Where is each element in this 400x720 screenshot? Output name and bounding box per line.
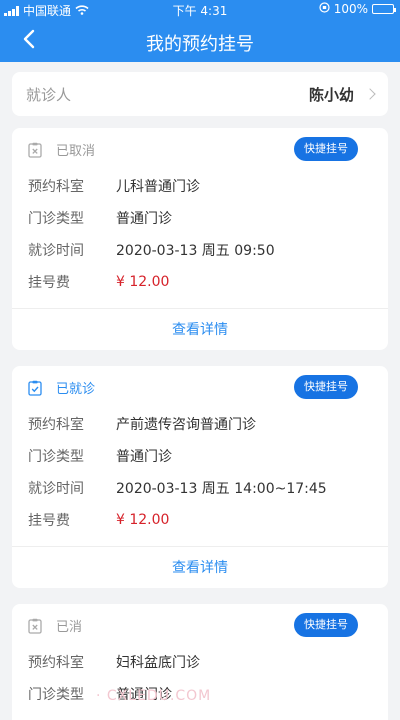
type-row: 门诊类型 普通门诊 [28,202,372,234]
type-label: 门诊类型 [28,211,84,227]
dept-row: 预约科室 产前遗传咨询普通门诊 [28,408,372,440]
dept-row: 预约科室 儿科普通门诊 [28,170,372,202]
status-badge: 已取消 [28,140,95,159]
fee-value: ¥ 12.00 [116,512,170,528]
card-header: 已消 快捷挂号 [12,604,388,646]
status-badge: 已就诊 [28,378,95,397]
clipboard-check-icon [28,380,42,396]
dept-value: 儿科普通门诊 [116,179,200,195]
dept-value: 产前遗传咨询普通门诊 [116,417,256,433]
status-bar: 中国联通 下午 4:31 100% [0,0,400,20]
orientation-lock-icon [319,2,330,16]
watermark-text: · CXLEDU.COM [96,688,212,704]
appointment-card: 已取消 快捷挂号 预约科室 儿科普通门诊 门诊类型 普通门诊 就诊时间 2020-03… [12,128,388,350]
card-header: 已取消 快捷挂号 [12,128,388,170]
status-right: 100% [319,2,396,16]
status-text: 已消 [56,620,83,635]
status-text: 已就诊 [56,382,96,397]
page-title: 我的预约挂号 [146,34,254,55]
quick-register-button[interactable]: 快捷挂号 [294,137,358,161]
view-details-link[interactable]: 查看详情 [12,308,388,350]
view-details-link[interactable]: 查看详情 [12,546,388,588]
type-value: 普通门诊 [116,449,172,465]
type-value: 普通门诊 [116,211,172,227]
fee-row: 挂号费 ¥ 12.00 [28,266,372,298]
fee-value: ¥ 12.00 [116,274,170,290]
dept-row: 预约科室 妇科盆底门诊 [28,646,372,678]
time-label: 就诊时间 [28,243,84,259]
fee-row: 挂号费 ¥ 12.00 [28,504,372,536]
dept-label: 预约科室 [28,179,84,195]
time-row: 就诊时间 2020-03-13 周五 09:50 [28,234,372,266]
clipboard-x-icon [28,618,42,634]
patient-label: 就诊人 [26,85,72,104]
type-row: 门诊类型 普通门诊 [28,440,372,472]
time-row: 就诊时间 2020-03-13 周五 14:00~17:45 [28,472,372,504]
patient-selector[interactable]: 就诊人 陈小幼 [12,72,388,116]
status-text: 已取消 [56,144,96,159]
appointment-details: 预约科室 产前遗传咨询普通门诊 门诊类型 普通门诊 就诊时间 2020-03-13 周… [12,408,388,536]
fee-label: 挂号费 [28,275,70,291]
dept-label: 预约科室 [28,655,84,671]
appointment-card: 已就诊 快捷挂号 预约科室 产前遗传咨询普通门诊 门诊类型 普通门诊 就诊时间 202… [12,366,388,588]
type-label: 门诊类型 [28,449,84,465]
patient-name: 陈小幼 [308,85,354,104]
clipboard-x-icon [28,142,42,158]
time-value: 2020-03-13 周五 14:00~17:45 [116,481,327,497]
nav-bar: 我的预约挂号 [0,20,400,62]
time-value: 2020-03-13 周五 09:50 [116,243,275,259]
card-header: 已就诊 快捷挂号 [12,366,388,408]
time-label: 就诊时间 [28,481,84,497]
dept-label: 预约科室 [28,417,84,433]
battery-percent: 100% [333,2,368,16]
chevron-right-icon [364,88,376,100]
fee-label: 挂号费 [28,513,70,529]
appointment-details: 预约科室 儿科普通门诊 门诊类型 普通门诊 就诊时间 2020-03-13 周五 09… [12,170,388,298]
quick-register-button[interactable]: 快捷挂号 [294,375,358,399]
quick-register-button[interactable]: 快捷挂号 [294,613,358,637]
status-badge: 已消 [28,616,82,635]
battery-icon [372,4,396,14]
app-header: 中国联通 下午 4:31 100% 我的预约挂号 [0,0,400,62]
dept-value: 妇科盆底门诊 [116,655,200,671]
